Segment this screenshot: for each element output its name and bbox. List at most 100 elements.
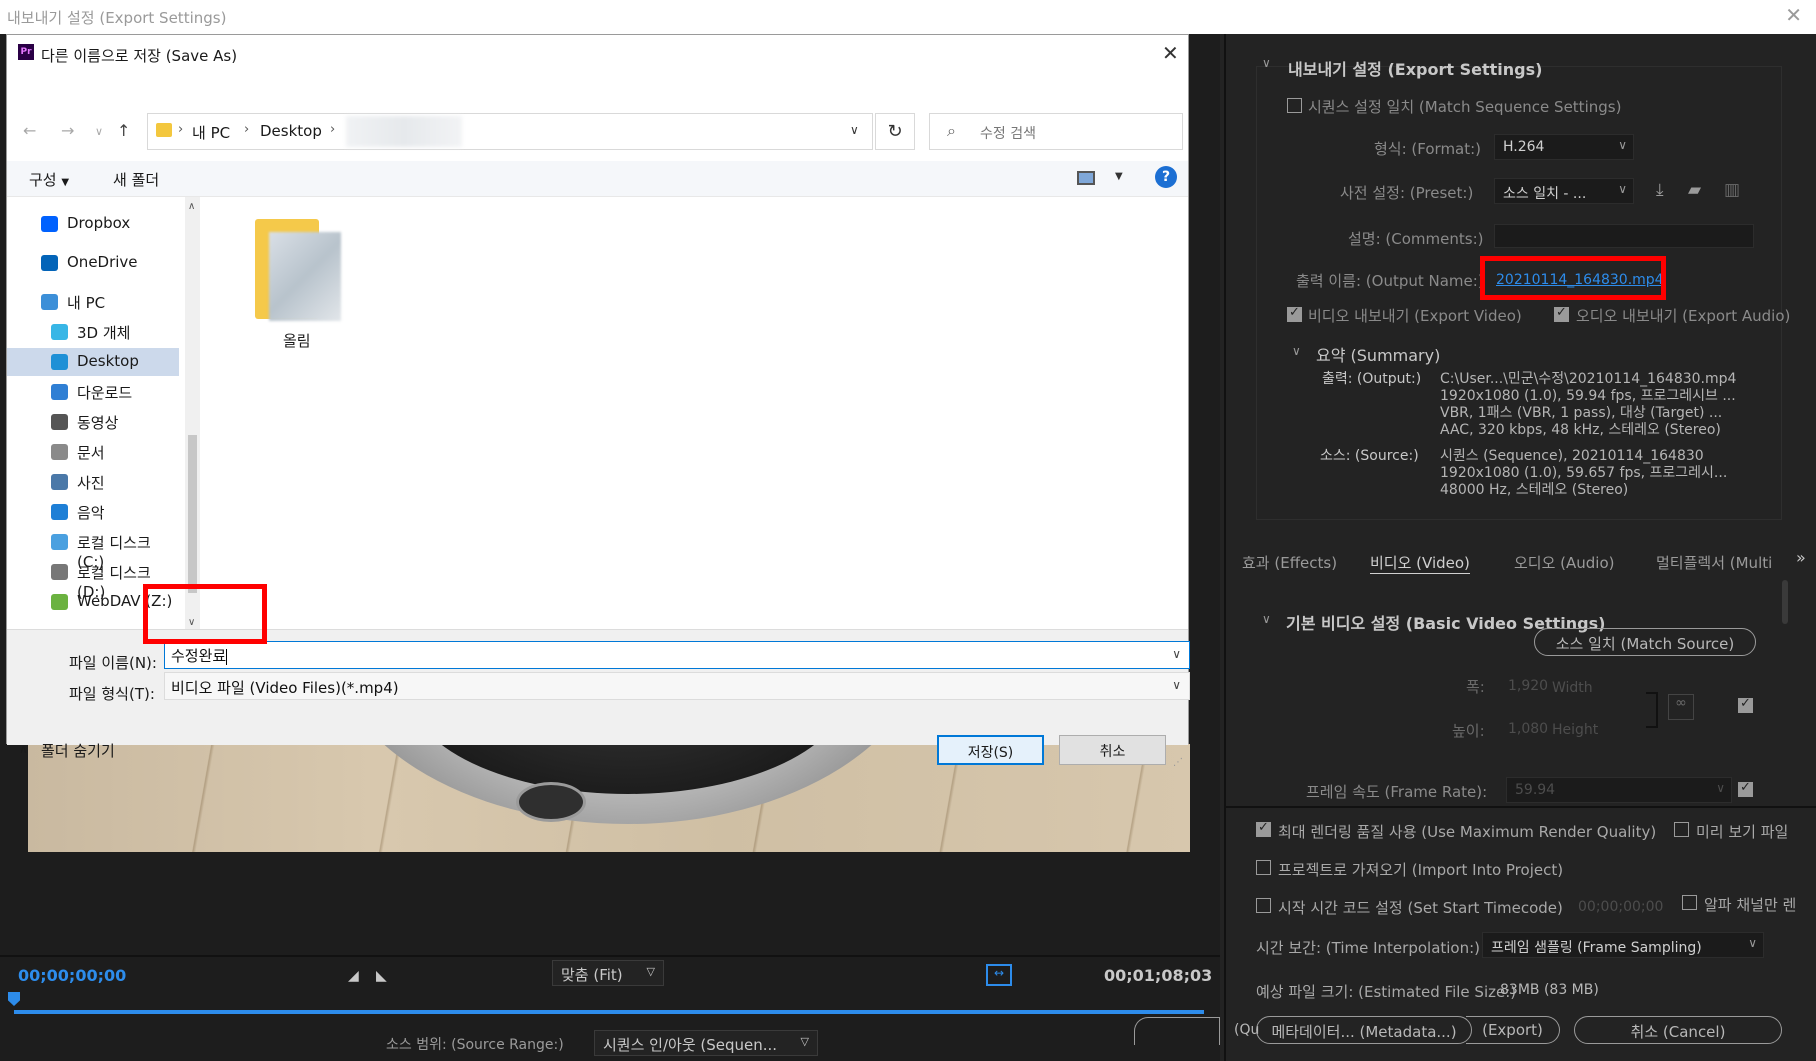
nav-item-label: 사진 bbox=[77, 474, 105, 492]
collapse-icon[interactable]: ∨ bbox=[1262, 56, 1271, 70]
max-render-label: 최대 렌더링 품질 사용 (Use Maximum Render Quality… bbox=[1278, 823, 1657, 841]
chevron-down-icon[interactable]: ∨ bbox=[1172, 647, 1181, 661]
preview-file-checkbox[interactable] bbox=[1674, 822, 1689, 837]
new-folder-button[interactable]: 새 폴더 bbox=[113, 169, 159, 190]
import-preset-icon[interactable]: ▰ bbox=[1688, 180, 1701, 200]
tab-video[interactable]: 비디오 (Video) bbox=[1370, 552, 1470, 574]
start-timecode-value[interactable]: 00;00;00;00 bbox=[1578, 899, 1663, 915]
frame-rate-match-checkbox[interactable] bbox=[1738, 780, 1753, 797]
summary-title: 요약 (Summary) bbox=[1316, 346, 1441, 365]
caret-down-icon[interactable]: ▼ bbox=[1115, 171, 1123, 182]
collapse-icon[interactable]: ∨ bbox=[1262, 612, 1271, 626]
tab-audio[interactable]: 오디오 (Audio) bbox=[1514, 552, 1615, 573]
dialog-cancel-button[interactable]: 취소 bbox=[1059, 735, 1166, 765]
source-range-select[interactable]: 시퀀스 인/아웃 (Sequen... ▽ bbox=[594, 1030, 818, 1056]
nav-item[interactable]: 3D 개체 bbox=[7, 318, 179, 346]
videos-icon bbox=[51, 414, 68, 430]
panel-divider bbox=[1224, 806, 1816, 808]
export-video-checkbox[interactable] bbox=[1287, 305, 1302, 322]
resize-grip-icon[interactable]: ⋰ bbox=[1173, 757, 1183, 768]
mark-out-icon[interactable]: ◣ bbox=[376, 968, 387, 984]
save-preset-icon[interactable]: ⤓ bbox=[1656, 180, 1664, 200]
filename-label: 파일 이름(N): bbox=[69, 654, 157, 672]
export-audio-checkbox[interactable] bbox=[1554, 305, 1569, 322]
up-arrow-icon[interactable]: ↑ bbox=[117, 121, 130, 140]
nav-item[interactable]: 로컬 디스크 (C:) bbox=[7, 528, 179, 571]
nav-item[interactable]: 로컬 디스크 (D:) bbox=[7, 558, 179, 601]
scroll-up-icon[interactable]: ∧ bbox=[188, 201, 195, 212]
chevron-up-icon[interactable]: ∧ bbox=[19, 742, 28, 756]
ball-logo bbox=[516, 782, 586, 822]
cancel-button[interactable]: 취소 (Cancel) bbox=[1574, 1016, 1782, 1044]
queue-button-edge[interactable] bbox=[1134, 1017, 1220, 1045]
tab-multiplexer[interactable]: 멀티플렉서 (Multi bbox=[1656, 552, 1772, 573]
width-value[interactable]: 1,920 bbox=[1508, 678, 1548, 694]
match-source-button[interactable]: 소스 일치 (Match Source) bbox=[1534, 628, 1756, 656]
import-project-checkbox[interactable] bbox=[1256, 860, 1271, 875]
nav-item[interactable]: 내 PC bbox=[7, 288, 179, 316]
import-project-label: 프로젝트로 가져오기 (Import Into Project) bbox=[1278, 861, 1564, 879]
chevron-down-icon[interactable]: ∨ bbox=[850, 123, 859, 137]
dialog-title: 다른 이름으로 저장 (Save As) bbox=[41, 47, 238, 65]
export-button[interactable]: (Export) bbox=[1466, 1016, 1560, 1044]
tabs-overflow-icon[interactable]: » bbox=[1796, 548, 1806, 567]
nav-item[interactable]: 음악 bbox=[7, 498, 179, 526]
nav-item[interactable]: 사진 bbox=[7, 468, 179, 496]
settings-scrollbar[interactable] bbox=[1782, 580, 1788, 624]
scrub-track[interactable] bbox=[14, 1010, 1204, 1014]
help-icon[interactable]: ? bbox=[1155, 166, 1177, 188]
zoom-fit-select[interactable]: 맞춤 (Fit) ▽ bbox=[552, 960, 664, 986]
save-button[interactable]: 저장(S) bbox=[937, 735, 1044, 765]
breadcrumb-desktop[interactable]: Desktop bbox=[260, 122, 322, 140]
summary-output-line: AAC, 320 kbps, 48 kHz, 스테레오 (Stereo) bbox=[1440, 422, 1721, 438]
organize-button[interactable]: 구성 ▼ bbox=[29, 169, 69, 190]
format-select[interactable]: H.264 ∨ bbox=[1494, 134, 1634, 160]
format-value: H.264 bbox=[1503, 139, 1545, 155]
back-arrow-icon[interactable]: ← bbox=[23, 121, 36, 140]
hide-folders-button[interactable]: 폴더 숨기기 bbox=[41, 740, 115, 761]
nav-item-label: Dropbox bbox=[67, 214, 131, 232]
mark-in-icon[interactable]: ◢ bbox=[348, 968, 359, 984]
caret-down-icon: ▼ bbox=[61, 177, 70, 188]
folder-name[interactable]: 올림 bbox=[283, 330, 311, 351]
tab-effects[interactable]: 효과 (Effects) bbox=[1242, 552, 1337, 573]
match-sequence-checkbox[interactable] bbox=[1287, 98, 1302, 113]
height-value[interactable]: 1,080 bbox=[1508, 721, 1548, 737]
frame-rate-select[interactable]: 59.94 ∨ bbox=[1506, 777, 1732, 803]
nav-item[interactable]: OneDrive bbox=[7, 249, 179, 277]
close-icon[interactable]: ✕ bbox=[1162, 41, 1179, 65]
window-close-icon[interactable]: ✕ bbox=[1785, 3, 1802, 27]
refresh-icon[interactable]: ↻ bbox=[875, 113, 915, 150]
start-timecode-checkbox[interactable] bbox=[1256, 898, 1271, 913]
preset-select[interactable]: 소스 일치 - ... ∨ bbox=[1494, 178, 1634, 204]
filetype-select[interactable]: 비디오 파일 (Video Files)(*.mp4) ∨ bbox=[164, 672, 1190, 700]
nav-item[interactable]: 다운로드 bbox=[7, 378, 179, 406]
link-icon[interactable]: ∞ bbox=[1668, 694, 1694, 720]
folder-thumbnail[interactable] bbox=[269, 232, 341, 321]
address-bar[interactable]: › 내 PC › Desktop › ∨ bbox=[147, 113, 873, 150]
delete-preset-icon[interactable]: ▥ bbox=[1724, 180, 1740, 200]
time-interpolation-select[interactable]: 프레임 샘플링 (Frame Sampling) ∨ bbox=[1482, 932, 1764, 958]
metadata-button[interactable]: 메타데이터... (Metadata...) bbox=[1256, 1016, 1472, 1044]
nav-item[interactable]: 동영상 bbox=[7, 408, 179, 436]
nav-item-label: 내 PC bbox=[67, 294, 106, 312]
forward-arrow-icon[interactable]: → bbox=[61, 121, 74, 140]
collapse-icon[interactable]: ∨ bbox=[1292, 344, 1301, 358]
breadcrumb-this-pc[interactable]: 내 PC bbox=[192, 122, 230, 143]
nav-item[interactable]: Desktop bbox=[7, 348, 179, 376]
navigation-scroll-thumb[interactable] bbox=[188, 435, 197, 593]
nav-item[interactable]: Dropbox bbox=[7, 210, 179, 238]
view-options-icon[interactable] bbox=[1077, 171, 1095, 185]
filename-input[interactable]: 수정완료 ∨ bbox=[164, 641, 1190, 669]
alpha-only-checkbox[interactable] bbox=[1682, 895, 1697, 910]
nav-item[interactable]: 문서 bbox=[7, 438, 179, 466]
comments-input[interactable] bbox=[1494, 224, 1754, 248]
recent-locations-icon[interactable]: ∨ bbox=[95, 125, 103, 138]
aspect-toggle-icon[interactable]: ↔ bbox=[986, 964, 1012, 986]
max-render-checkbox[interactable] bbox=[1256, 820, 1271, 837]
dimension-match-checkbox[interactable] bbox=[1738, 696, 1753, 713]
search-input[interactable]: ⌕ 수정 검색 bbox=[929, 113, 1183, 150]
documents-icon bbox=[51, 444, 68, 460]
timecode-current[interactable]: 00;00;00;00 bbox=[18, 966, 126, 985]
organize-label: 구성 bbox=[29, 171, 57, 189]
